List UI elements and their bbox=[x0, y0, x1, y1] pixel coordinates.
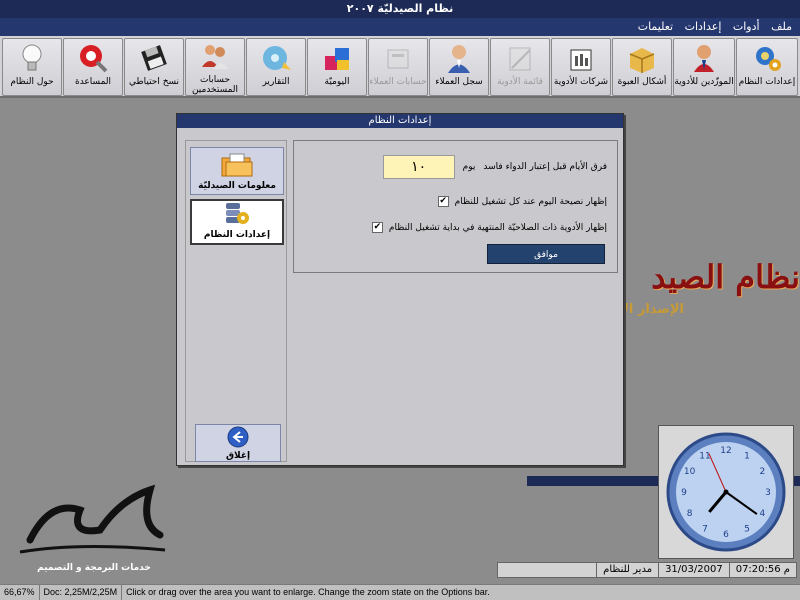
analog-clock: 123456789101112 bbox=[666, 432, 786, 552]
toolbar-help-button[interactable]: المساعدة bbox=[63, 38, 123, 96]
toolbar-label: التقارير bbox=[262, 77, 290, 87]
clock-numeral: 12 bbox=[720, 446, 731, 456]
toolbar-package-forms-button[interactable]: أشكال العبوة bbox=[612, 38, 672, 96]
toolbar-label: إعدادات النظام bbox=[738, 77, 796, 87]
pharmacy-folder-icon bbox=[220, 152, 254, 181]
close-button-label: إغلاق bbox=[225, 450, 251, 461]
users-icon bbox=[198, 41, 232, 73]
side-item-label: إعدادات النظام bbox=[203, 230, 271, 240]
clock-numeral: 9 bbox=[681, 488, 687, 498]
back-arrow-icon bbox=[227, 426, 249, 451]
toolbar-backup-button[interactable]: نسخ احتياطي bbox=[124, 38, 184, 96]
toolbar-about-button[interactable]: حول النظام bbox=[2, 38, 62, 96]
clock-numeral: 5 bbox=[744, 524, 750, 534]
journal-blocks-icon bbox=[320, 41, 354, 75]
clock-numeral: 3 bbox=[765, 488, 771, 498]
customer-accounts-icon bbox=[381, 41, 415, 75]
window-title-bar: نظام الصيدليّة ٢٠٠٧ bbox=[0, 0, 800, 18]
days-unit-label: يوم bbox=[462, 162, 476, 172]
clock-numeral: 11 bbox=[699, 452, 710, 462]
toolbar-drug-companies-button[interactable]: شركات الأدوية bbox=[551, 38, 611, 96]
main-toolbar: إعدادات النظام الموزّدين للأدوية أشكال ا… bbox=[0, 36, 800, 98]
supplier-person-icon bbox=[687, 41, 721, 75]
status-time: م 07:20:56 bbox=[728, 563, 796, 577]
system-settings-dialog: إعدادات النظام معلومات الصيدليّة إعدادات… bbox=[176, 113, 624, 466]
toolbar-customer-records-button[interactable]: سجل العملاء bbox=[429, 38, 489, 96]
settings-gear-icon bbox=[222, 201, 252, 230]
menu-bar: ملف أدوات إعدادات تعليمات bbox=[0, 18, 800, 36]
side-item-system-settings[interactable]: إعدادات النظام bbox=[190, 199, 284, 245]
background-app-title: نظام الصيد bbox=[651, 258, 800, 296]
toolbar-label: اليوميّة bbox=[324, 77, 350, 87]
status-bar: م 07:20:56 31/03/2007 مدير للنظام bbox=[497, 562, 797, 578]
toolbar-label: حسابات المستخدمين bbox=[191, 75, 239, 95]
expiry-days-label: فرق الأيام قبل إعتبار الدواء فاسد bbox=[483, 162, 607, 172]
toolbar-label: الموزّدين للأدوية bbox=[674, 77, 734, 87]
reports-disc-icon bbox=[259, 41, 293, 75]
toolbar-suppliers-button[interactable]: الموزّدين للأدوية bbox=[673, 38, 735, 96]
expired-drugs-checkbox[interactable]: ✔ bbox=[371, 222, 383, 233]
toolbar-label: نسخ احتياطي bbox=[128, 77, 180, 87]
clock-numeral: 8 bbox=[687, 509, 693, 519]
toolbar-label: حول النظام bbox=[10, 77, 54, 87]
side-item-pharmacy-info[interactable]: معلومات الصيدليّة bbox=[190, 147, 284, 195]
menu-tools[interactable]: أدوات bbox=[733, 18, 760, 36]
viewer-hint: Click or drag over the area you want to … bbox=[126, 587, 490, 597]
toolbar-label: حسابات العملاء bbox=[369, 77, 427, 87]
toolbar-label: سجل العملاء bbox=[435, 77, 483, 87]
toolbar-label: أشكال العبوة bbox=[617, 77, 667, 87]
clock-numeral: 4 bbox=[760, 509, 766, 519]
clock-numeral: 10 bbox=[684, 467, 696, 477]
daily-tip-checkbox[interactable]: ✔ bbox=[437, 196, 449, 207]
toolbar-journal-button[interactable]: اليوميّة bbox=[307, 38, 367, 96]
toolbar-label: المساعدة bbox=[74, 77, 112, 87]
dialog-title: إعدادات النظام bbox=[177, 114, 623, 128]
viewer-status-bar: 66,67% Doc: 2,25M/2,25M Click or drag ov… bbox=[0, 584, 800, 600]
menu-help[interactable]: تعليمات bbox=[638, 18, 673, 36]
status-date: 31/03/2007 bbox=[658, 563, 729, 577]
logo-subtitle: خدمات البرمجة و التصميم bbox=[37, 563, 151, 573]
company-logo bbox=[10, 480, 170, 560]
menu-settings[interactable]: إعدادات bbox=[685, 18, 722, 36]
expired-drugs-label: إظهار الأدوية ذات الصلاحيّة المنتهية في … bbox=[388, 222, 607, 233]
clock-numeral: 7 bbox=[702, 524, 708, 534]
lightbulb-icon bbox=[15, 41, 49, 75]
toolbar-drug-list-button[interactable]: قائمة الأدوية bbox=[490, 38, 550, 96]
expired-drugs-row: إظهار الأدوية ذات الصلاحيّة المنتهية في … bbox=[371, 222, 607, 233]
background-version-text: الإصدار الأ bbox=[624, 302, 684, 317]
dialog-body: معلومات الصيدليّة إعدادات النظام إغلاق ف… bbox=[182, 136, 618, 462]
toolbar-reports-button[interactable]: التقارير bbox=[246, 38, 306, 96]
toolbar-user-accounts-button[interactable]: حسابات المستخدمين bbox=[185, 38, 245, 96]
toolbar-customer-accounts-button[interactable]: حسابات العملاء bbox=[368, 38, 428, 96]
clock-numeral: 1 bbox=[744, 452, 750, 462]
settings-group: فرق الأيام قبل إعتبار الدواء فاسد يوم ١٠… bbox=[293, 140, 618, 273]
toolbar-label: شركات الأدوية bbox=[553, 77, 609, 87]
daily-tip-row: إظهار نصيحة اليوم عند كل تشغيل للنظام ✔ bbox=[437, 196, 607, 207]
floppy-disk-icon bbox=[137, 41, 171, 75]
clock-panel: 1 2 3 4 5 6 7 8 9 10 11 12 bbox=[658, 425, 794, 559]
menu-file[interactable]: ملف bbox=[771, 18, 792, 36]
viewer-doc-size: Doc: 2,25M/2,25M bbox=[40, 585, 123, 600]
expiry-days-row: فرق الأيام قبل إعتبار الدواء فاسد يوم ١٠ bbox=[382, 155, 607, 179]
ok-button[interactable]: موافق bbox=[487, 244, 605, 264]
package-box-icon bbox=[625, 41, 659, 75]
toolbar-system-settings-button[interactable]: إعدادات النظام bbox=[736, 38, 798, 96]
close-button[interactable]: إغلاق bbox=[195, 424, 281, 462]
expiry-days-input[interactable]: ١٠ bbox=[382, 155, 455, 179]
gears-icon bbox=[750, 41, 784, 75]
drug-list-icon bbox=[503, 41, 537, 75]
toolbar-label: قائمة الأدوية bbox=[497, 77, 543, 87]
factory-icon bbox=[564, 41, 598, 75]
customer-icon bbox=[442, 41, 476, 75]
status-user: مدير للنظام bbox=[596, 563, 658, 577]
side-item-label: معلومات الصيدليّة bbox=[198, 181, 276, 191]
dialog-side-panel: معلومات الصيدليّة إعدادات النظام إغلاق bbox=[185, 140, 287, 462]
clock-numeral: 2 bbox=[760, 467, 766, 477]
clock-numeral: 6 bbox=[723, 530, 729, 540]
help-magnifier-icon bbox=[76, 41, 110, 75]
viewer-zoom[interactable]: 66,67% bbox=[0, 585, 40, 600]
daily-tip-label: إظهار نصيحة اليوم عند كل تشغيل للنظام bbox=[454, 196, 607, 207]
window-title: نظام الصيدليّة ٢٠٠٧ bbox=[346, 2, 454, 15]
